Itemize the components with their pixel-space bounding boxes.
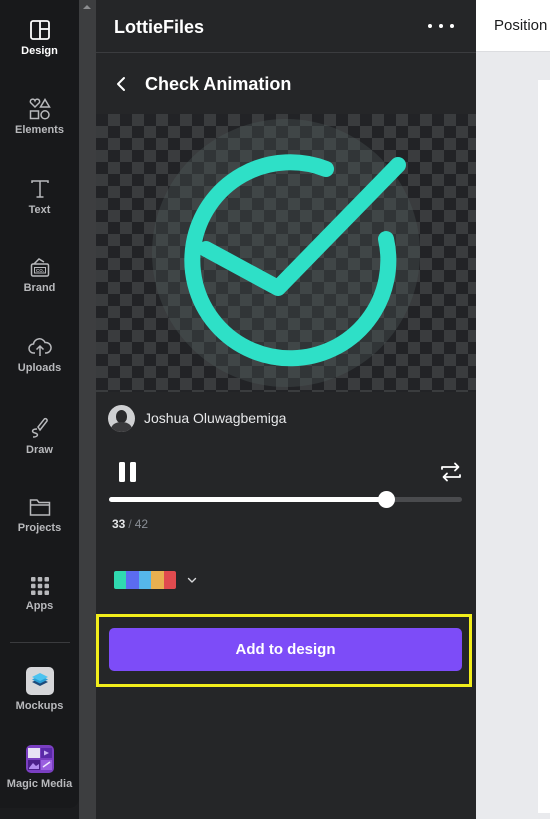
context-toolbar: Position (476, 0, 550, 52)
chevron-left-icon (117, 77, 125, 91)
mockups-app-icon (25, 667, 54, 695)
nav-item-elements[interactable]: Elements (0, 98, 79, 136)
author-name: Joshua Oluwagbemiga (144, 410, 287, 426)
text-icon (30, 180, 49, 198)
total-frames: 42 (134, 517, 149, 531)
cloud-upload-icon (27, 338, 52, 356)
svg-text:CO.: CO. (35, 268, 43, 273)
avatar-body (111, 421, 132, 432)
author-link[interactable]: Joshua Oluwagbemiga (108, 404, 286, 432)
dot (439, 24, 443, 28)
nav-item-apps[interactable]: Apps (0, 576, 79, 612)
check-animation-graphic (152, 119, 420, 387)
avatar (108, 404, 135, 432)
nav-item-magic-media[interactable]: Magic Media (0, 745, 79, 790)
loop-button[interactable] (440, 461, 462, 483)
nav-label: Projects (17, 522, 62, 534)
nav-item-text[interactable]: Text (0, 178, 79, 216)
nav-item-draw[interactable]: Draw (0, 416, 79, 456)
brand-kit-icon: CO. (30, 258, 49, 277)
frame-counter: 33/42 (112, 517, 148, 531)
nav-item-projects[interactable]: Projects (0, 496, 79, 534)
timeline-progress (109, 497, 387, 502)
animation-title: Check Animation (145, 74, 292, 94)
nav-divider (10, 642, 70, 643)
nav-label: Elements (15, 124, 64, 136)
current-frame: 33 (112, 517, 126, 531)
nav-label: Uploads (17, 362, 62, 374)
timeline-slider[interactable] (109, 491, 462, 508)
magic-media-app-icon (25, 745, 54, 773)
nav-label: Mockups (15, 700, 64, 712)
pause-icon-bar (130, 462, 136, 482)
nav-item-mockups[interactable]: Mockups (0, 667, 79, 712)
dot (450, 24, 454, 28)
nav-label: Brand (23, 282, 56, 294)
nav-label: Apps (25, 600, 54, 612)
more-horizontal-icon (428, 24, 432, 28)
panel-header: LottieFiles (96, 0, 476, 53)
apps-grid-icon (30, 577, 49, 595)
pen-icon (31, 417, 48, 438)
animation-preview[interactable] (96, 114, 476, 392)
palette-swatch (114, 571, 127, 589)
nav-label: Design (21, 45, 58, 57)
nav-label: Magic Media (6, 778, 73, 790)
folder-icon (29, 499, 50, 516)
palette-swatch (151, 571, 164, 589)
shapes-icon (29, 98, 51, 120)
design-page[interactable] (538, 80, 550, 813)
nav-label: Text (28, 204, 51, 216)
avatar-head (116, 409, 127, 423)
more-options-button[interactable] (428, 16, 454, 36)
nav-item-design[interactable]: Design (0, 19, 79, 57)
palette-swatches (114, 571, 176, 589)
panel-scrollbar[interactable] (79, 0, 96, 819)
canvas-area: Position (476, 0, 550, 819)
layout-icon (29, 20, 50, 40)
back-button[interactable] (112, 72, 132, 96)
add-to-design-button[interactable]: Add to design (109, 628, 462, 671)
lottiefiles-panel: LottieFiles Check Animation Joshua Oluwa… (96, 0, 476, 819)
nav-item-uploads[interactable]: Uploads (0, 336, 79, 374)
palette-swatch (163, 571, 176, 589)
pause-button[interactable] (118, 462, 138, 484)
chevron-down-icon (187, 577, 197, 583)
timeline-thumb[interactable] (378, 491, 396, 508)
palette-swatch (138, 571, 152, 589)
panel-title: LottieFiles (114, 17, 205, 37)
canva-editor: Design Elements Text CO. Brand Uploads D… (0, 0, 550, 819)
color-palette-dropdown[interactable] (114, 571, 198, 589)
nav-label: Draw (26, 444, 53, 456)
frame-separator: / (128, 517, 132, 531)
scroll-up-icon[interactable] (83, 5, 91, 9)
animation-header: Check Animation (96, 62, 476, 106)
nav-item-brand[interactable]: CO. Brand (0, 256, 79, 294)
position-button[interactable]: Position (494, 17, 547, 34)
palette-swatch (126, 571, 139, 589)
loop-icon (441, 462, 461, 482)
side-nav-rail: Design Elements Text CO. Brand Uploads D… (0, 0, 79, 808)
pause-icon (119, 462, 125, 482)
